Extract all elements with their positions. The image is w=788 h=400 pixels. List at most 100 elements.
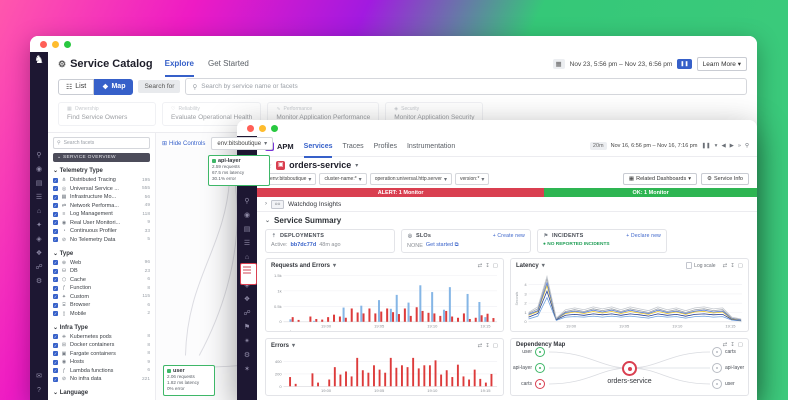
tab-profiles[interactable]: Profiles (374, 136, 397, 158)
filter-pill[interactable]: operation:universal.http.server▾ (370, 173, 452, 185)
checkbox-checked-icon[interactable]: ✓ (53, 368, 58, 373)
checkbox-checked-icon[interactable]: ✓ (53, 269, 58, 274)
env-filter-pill[interactable]: env:bitsboutique ▾ (211, 137, 273, 150)
filter-pill[interactable]: version:*▾ (455, 173, 489, 185)
facet-item[interactable]: ✓◉Hosts9 (53, 359, 150, 365)
search-icon[interactable]: ⚲ (36, 152, 41, 159)
checkbox-checked-icon[interactable]: ✓ (53, 311, 58, 316)
deployment-hash-link[interactable]: bb7dc77d (291, 242, 317, 248)
checkbox-checked-icon[interactable]: ✓ (53, 334, 58, 339)
legend-item-max[interactable]: Max (628, 331, 644, 332)
chart-title[interactable]: Latency (516, 263, 539, 269)
checkbox-checked-icon[interactable]: ✓ (53, 203, 58, 208)
ok-monitor-segment[interactable]: OK: 1 Monitor (544, 188, 757, 197)
export-icon[interactable]: ↧ (730, 263, 735, 269)
learn-more-button[interactable]: Learn More ▾ (697, 57, 747, 71)
declare-incident-link[interactable]: + Declare new (626, 233, 661, 239)
legend-item-p75[interactable]: p75 (546, 331, 561, 332)
create-slo-link[interactable]: + Create new (493, 233, 525, 239)
alert-monitor-segment[interactable]: ALERT: 1 Monitor (257, 188, 544, 197)
time-range[interactable]: Nov 16, 6:56 pm – Nov 16, 7:16 pm (611, 143, 698, 149)
fullscreen-icon[interactable]: ▢ (493, 343, 498, 349)
close-button[interactable] (40, 41, 47, 48)
list-icon[interactable]: ☰ (244, 240, 250, 247)
list-view-button[interactable]: ☷List (58, 79, 94, 95)
legend-item-errors[interactable]: Errors (301, 331, 321, 332)
maximize-button[interactable] (271, 125, 278, 132)
upstream-node-user[interactable]: user (522, 347, 545, 357)
synthetics-icon[interactable]: ☍ (243, 310, 250, 317)
facet-item[interactable]: ✓⊕Web96 (53, 260, 150, 266)
map-view-button[interactable]: ❖Map (94, 79, 133, 95)
ci-icon[interactable]: ✴ (244, 338, 250, 345)
checkbox-checked-icon[interactable]: ✓ (53, 343, 58, 348)
fullscreen-icon[interactable]: ▢ (738, 342, 743, 348)
search-for-chip[interactable]: Search for (138, 80, 180, 93)
chevron-down-icon[interactable]: ▾ (542, 262, 545, 269)
time-range[interactable]: Nov 23, 5:56 pm – Nov 23, 6:56 pm (570, 61, 673, 68)
legend-item-p90[interactable]: p90 (566, 331, 581, 332)
infrastructure-icon[interactable]: ⌂ (37, 208, 41, 215)
pause-button[interactable]: ❚❚ (677, 59, 691, 69)
filter-pill[interactable]: cluster-name:*▾ (319, 173, 366, 185)
quick-card-ownership[interactable]: ▦OwnershipFind Service Owners (58, 102, 156, 126)
latency-chart[interactable]: 0123419:0019:0519:1019:15Seconds (511, 270, 748, 331)
facet-section-title[interactable]: ⌄ Infra Type (53, 324, 150, 331)
minimize-button[interactable] (259, 125, 266, 132)
facet-item[interactable]: ✓✦Custom115 (53, 294, 150, 300)
facet-section-title[interactable]: ⌄ Telemetry Type (53, 167, 150, 174)
logs-icon[interactable]: ❖ (244, 296, 250, 303)
facet-item[interactable]: ✓⇄Network Performa...49 (53, 203, 150, 209)
upstream-node-carts[interactable]: carts (521, 379, 545, 389)
caret-down-icon[interactable]: ▾ (715, 143, 718, 149)
hide-controls-button[interactable]: ⊞Hide Controls (162, 140, 205, 147)
facet-item[interactable]: ✓⛁DB23 (53, 268, 150, 274)
facet-item[interactable]: ✓ƒLambda functions6 (53, 368, 150, 374)
facet-item[interactable]: ✓◔Continuous Profiler33 (53, 228, 150, 234)
more-icon[interactable]: ✶ (244, 366, 250, 373)
duration-chip[interactable]: 20m (590, 142, 607, 150)
legend-item-p95[interactable]: p95 (587, 331, 602, 332)
facet-item[interactable]: ✓≡Log Management118 (53, 211, 150, 217)
pause-icon[interactable]: ❚❚ (701, 143, 710, 149)
chevron-down-icon[interactable]: ▾ (355, 162, 358, 169)
downstream-node-user[interactable]: user (712, 379, 735, 389)
related-dashboards-button[interactable]: ▦Related Dashboards ▾ (623, 173, 697, 185)
facet-item[interactable]: ✓◎Universal Service ...555 (53, 186, 150, 192)
errors-chart[interactable]: 020040019:0019:0519:1019:15 (266, 350, 503, 396)
checkbox-checked-icon[interactable]: ✓ (53, 237, 58, 242)
facet-item[interactable]: ✓▯Mobile2 (53, 311, 150, 317)
tab-get-started[interactable]: Get Started (208, 51, 249, 77)
watchdog-insights-row[interactable]: › ⊙⊙ Watchdog Insights (257, 197, 757, 212)
export-icon[interactable]: ↧ (485, 343, 490, 349)
facet-item[interactable]: ✓⌸Browser6 (53, 302, 150, 308)
chart-title[interactable]: Errors (271, 343, 289, 349)
chart-title[interactable]: Requests and Errors (271, 263, 330, 269)
checkbox-checked-icon[interactable]: ✓ (53, 377, 58, 382)
filter-pill[interactable]: env:bitsboutique▾ (265, 173, 316, 185)
tab-explore[interactable]: Explore (165, 51, 194, 77)
map-node-user[interactable]: user 2.06 requests1.82 ms latency0% erro… (163, 365, 215, 396)
facet-item[interactable]: ✓▣Fargate containers8 (53, 351, 150, 357)
service-info-button[interactable]: ⚙Service Info (701, 173, 749, 185)
checkbox-checked-icon[interactable]: ✓ (53, 212, 58, 217)
map-node-alert-partial[interactable] (240, 263, 257, 285)
dependency-map-chart[interactable]: userapi-layercartscartsapi-layeruserorde… (511, 349, 748, 395)
expand-icon[interactable]: ⇄ (478, 263, 483, 269)
export-icon[interactable]: ↧ (485, 263, 490, 269)
watchdog-icon[interactable]: ◉ (244, 212, 250, 219)
expand-icon[interactable]: ⇄ (478, 343, 483, 349)
chevron-down-icon[interactable]: ▾ (292, 342, 295, 349)
legend-item-hits[interactable]: Hits (280, 331, 295, 332)
fullscreen-icon[interactable]: ▢ (738, 263, 743, 269)
checkbox-checked-icon[interactable]: ✓ (53, 277, 58, 282)
tab-traces[interactable]: Traces (342, 136, 363, 158)
log-scale-checkbox[interactable]: Log scale (686, 262, 716, 269)
security-icon[interactable]: ◈ (36, 236, 41, 243)
service-overview-header[interactable]: ⌄ SERVICE OVERVIEW (53, 153, 150, 162)
legend-item-p50[interactable]: p50 (525, 331, 540, 332)
service-summary-title[interactable]: ⌄ Service Summary (265, 216, 749, 225)
checkbox-checked-icon[interactable]: ✓ (53, 186, 58, 191)
facet-item[interactable]: ✓◉Real User Monitori...9 (53, 220, 150, 226)
checkbox-checked-icon[interactable]: ✓ (53, 229, 58, 234)
